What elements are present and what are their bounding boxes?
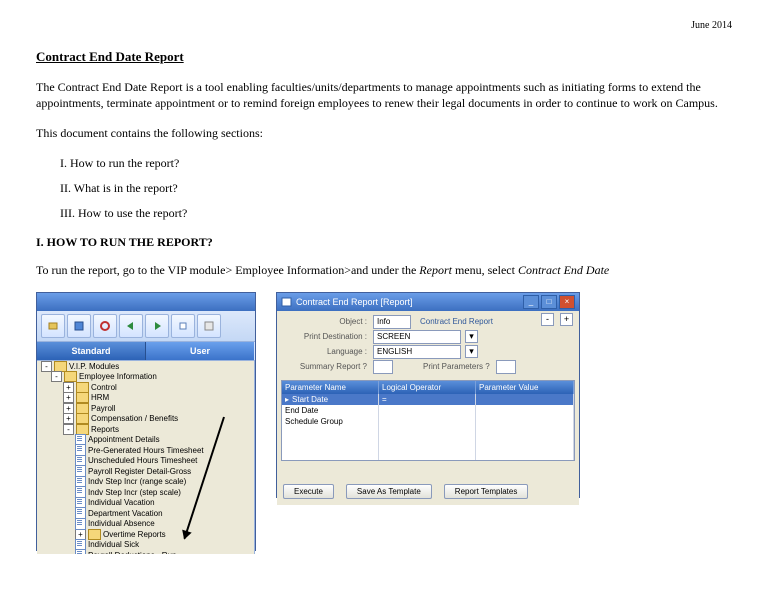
dest-select[interactable]: SCREEN	[373, 330, 461, 344]
object-value: Info	[373, 315, 411, 329]
tree-payroll[interactable]: Payroll	[91, 404, 115, 413]
grid-row-empty	[282, 449, 574, 460]
dest-picker-icon[interactable]: ▾	[465, 330, 478, 343]
summary-checkbox[interactable]	[373, 360, 393, 374]
module-tree: -V.I.P. Modules -Employee Information +C…	[37, 361, 255, 554]
grid-row-sched[interactable]: Schedule Group	[282, 416, 574, 427]
grid-cell-start: Start Date	[292, 395, 328, 404]
section-1-body: To run the report, go to the VIP module>…	[36, 262, 732, 278]
lang-select[interactable]: ENGLISH	[373, 345, 461, 359]
expand-icon[interactable]: +	[560, 313, 573, 326]
grid-row-start[interactable]: ▸Start Date =	[282, 394, 574, 405]
report-templates-button[interactable]: Report Templates	[444, 484, 529, 499]
tree-rpt-pregen-ts[interactable]: Pre-Generated Hours Timesheet	[88, 446, 204, 455]
grid-head-val: Parameter Value	[476, 381, 574, 394]
printparams-label: Print Parameters ?	[423, 362, 496, 371]
section-1-text-a: To run the report, go to the VIP module>…	[36, 263, 419, 277]
tree-control[interactable]: Control	[91, 383, 117, 392]
grid-row-empty	[282, 427, 574, 438]
screenshot-module-tree: Standard User -V.I.P. Modules -Employee …	[36, 292, 256, 551]
dialog-title: Contract End Report [Report]	[296, 297, 413, 307]
minimize-button[interactable]: _	[523, 295, 539, 309]
dialog-titlebar: Contract End Report [Report] _ □ ×	[277, 293, 579, 311]
tab-standard[interactable]: Standard	[37, 342, 146, 360]
toolbar-btn-2[interactable]	[67, 314, 91, 338]
tree-rpt-indv-vac[interactable]: Individual Vacation	[88, 498, 155, 507]
titlebar	[37, 293, 255, 311]
tab-user[interactable]: User	[146, 342, 254, 360]
section-1-text-c: menu, select	[452, 263, 518, 277]
page-date: June 2014	[36, 20, 732, 31]
collapse-icon[interactable]: -	[541, 313, 554, 326]
tree-vip-modules[interactable]: V.I.P. Modules	[69, 362, 119, 371]
tree-comp-benefits[interactable]: Compensation / Benefits	[91, 414, 178, 423]
screenshot-report-dialog: Contract End Report [Report] _ □ × - + O…	[276, 292, 580, 498]
save-template-button[interactable]: Save As Template	[346, 484, 432, 499]
doc-title: Contract End Date Report	[36, 49, 732, 65]
tree-rpt-indv-step-step[interactable]: Indv Step Incr (step scale)	[88, 488, 181, 497]
lang-picker-icon[interactable]: ▾	[465, 345, 478, 358]
object-label: Object :	[281, 317, 373, 326]
maximize-button[interactable]: □	[541, 295, 557, 309]
lang-label: Language :	[281, 347, 373, 356]
tree-rpt-unsched-ts[interactable]: Unscheduled Hours Timesheet	[88, 456, 197, 465]
intro-paragraph: The Contract End Date Report is a tool e…	[36, 79, 732, 111]
section-1-text-ced: Contract End Date	[518, 263, 609, 277]
window-icon	[281, 296, 293, 308]
close-button[interactable]: ×	[559, 295, 575, 309]
grid-row-end[interactable]: End Date	[282, 405, 574, 416]
tree-rpt-indv-sick[interactable]: Individual Sick	[88, 540, 139, 549]
tree-reports[interactable]: Reports	[91, 425, 119, 434]
toc-item-1: I. How to run the report?	[60, 156, 732, 171]
execute-button[interactable]: Execute	[283, 484, 334, 499]
toolbar-btn-6[interactable]	[171, 314, 195, 338]
back-arrow-icon[interactable]	[119, 314, 143, 338]
section-1-text-report: Report	[419, 263, 452, 277]
toc-item-3: III. How to use the report?	[60, 206, 732, 221]
tree-employee-info[interactable]: Employee Information	[79, 372, 157, 381]
toolbar	[37, 311, 255, 342]
forward-arrow-icon[interactable]	[145, 314, 169, 338]
dest-label: Print Destination :	[281, 332, 373, 341]
toolbar-btn-1[interactable]	[41, 314, 65, 338]
toc-lead: This document contains the following sec…	[36, 125, 732, 141]
grid-head-name: Parameter Name	[282, 381, 379, 394]
tree-rpt-indv-abs[interactable]: Individual Absence	[88, 519, 155, 528]
section-1-heading: I. HOW TO RUN THE REPORT?	[36, 235, 732, 250]
tree-rpt-appt-details[interactable]: Appointment Details	[88, 435, 160, 444]
summary-label: Summary Report ?	[281, 362, 373, 371]
tree-rpt-payroll-reg[interactable]: Payroll Register Detail-Gross	[88, 467, 191, 476]
toc-item-2: II. What is in the report?	[60, 181, 732, 196]
tree-rpt-payroll-ded[interactable]: Payroll Deductions - Run	[88, 551, 176, 554]
tree-rpt-indv-step-range[interactable]: Indv Step Incr (range scale)	[88, 477, 186, 486]
toolbar-btn-7[interactable]	[197, 314, 221, 338]
printparams-checkbox[interactable]	[496, 360, 516, 374]
parameter-grid: Parameter Name Logical Operator Paramete…	[281, 380, 575, 461]
tree-rpt-ot[interactable]: Overtime Reports	[103, 530, 166, 539]
grid-row-empty	[282, 438, 574, 449]
object-name: Contract End Report	[417, 317, 493, 326]
toolbar-btn-3[interactable]	[93, 314, 117, 338]
grid-head-op: Logical Operator	[379, 381, 476, 394]
tree-rpt-dept-vac[interactable]: Department Vacation	[88, 509, 163, 518]
tree-hrm[interactable]: HRM	[91, 393, 109, 402]
